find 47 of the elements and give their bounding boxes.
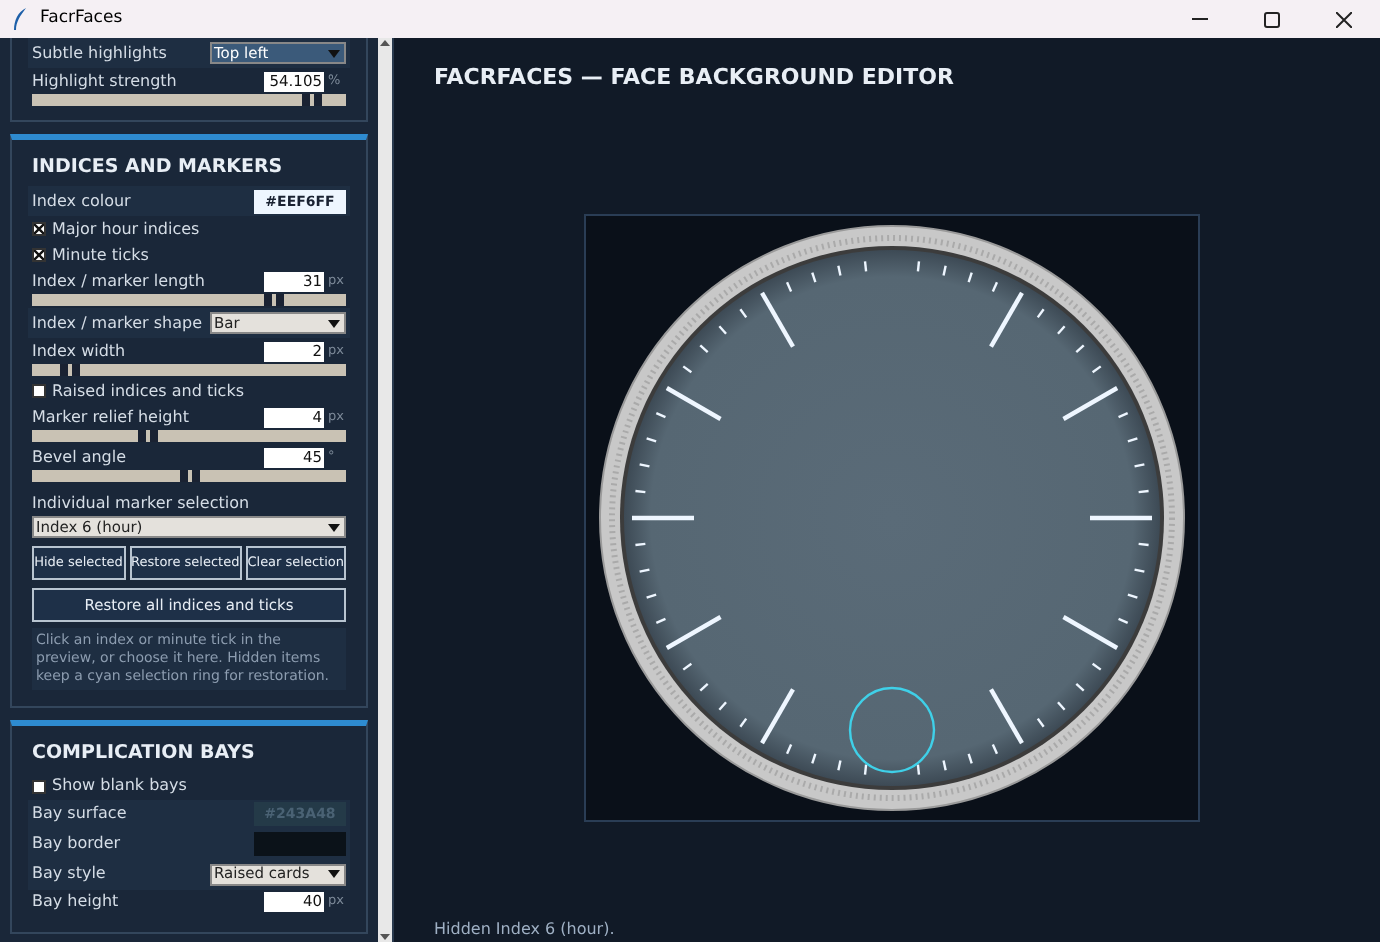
scrollbar[interactable] (378, 38, 392, 942)
field-label: Bay surface (32, 802, 127, 826)
slider-track[interactable] (32, 430, 346, 443)
status-text: Hidden Index 6 (hour). (434, 918, 617, 942)
caret-icon (328, 870, 340, 878)
color-swatch[interactable] (254, 832, 346, 856)
field-label: Bevel angle (32, 445, 127, 470)
field-label: Index / marker shape (32, 311, 203, 336)
feather-icon (12, 8, 28, 30)
minimize-icon (1192, 18, 1208, 20)
scroll-down-icon (378, 932, 392, 942)
field-label: Subtle highlights (32, 41, 167, 65)
slider-track[interactable] (32, 94, 346, 106)
slider-track[interactable] (32, 470, 346, 483)
window-title: FacrFaces (40, 6, 123, 32)
field-label: Individual marker selection (32, 492, 252, 517)
slider-track[interactable] (32, 364, 346, 377)
checkbox[interactable] (32, 779, 46, 793)
field-label: Bay border (32, 832, 121, 856)
field-label: Marker relief height (32, 405, 189, 430)
field-label: Bay style (32, 862, 106, 886)
slider-thumb[interactable] (179, 470, 199, 483)
checkbox-label: Raised indices and ticks (52, 379, 244, 404)
maximize-icon (1264, 11, 1280, 27)
caret-icon (328, 49, 340, 57)
field-label: Highlight strength (32, 69, 177, 93)
field-label: Index colour (32, 189, 131, 214)
editor-title: FACRFACES — FACE BACKGROUND EDITOR (434, 62, 956, 90)
close-icon (1336, 11, 1352, 27)
caret-icon (328, 319, 340, 328)
caret-icon (328, 523, 340, 532)
section-heading: INDICES AND MARKERS (32, 154, 285, 182)
checkbox[interactable] (32, 248, 46, 263)
section-heading: COMPLICATION BAYS (32, 740, 257, 769)
slider-track[interactable] (32, 294, 346, 307)
slider-thumb[interactable] (59, 364, 80, 377)
checkbox-label: Minute ticks (52, 243, 149, 268)
field-label: Bay height (32, 890, 119, 914)
slider-thumb[interactable] (301, 94, 322, 106)
slider-thumb[interactable] (138, 430, 159, 443)
field-label: Index width (32, 339, 126, 364)
slider-thumb[interactable] (263, 294, 284, 307)
checkbox-label: Show blank bays (52, 774, 187, 798)
checkbox[interactable] (32, 222, 46, 237)
checkbox-label: Major hour indices (52, 217, 200, 242)
checkbox[interactable] (32, 384, 46, 399)
field-label: Index / marker length (32, 269, 205, 294)
